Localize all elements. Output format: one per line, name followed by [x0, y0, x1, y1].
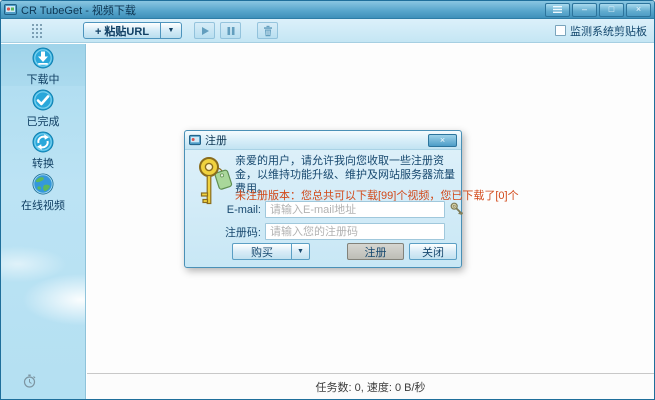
dialog-buttons: 购买 ▼ 注册 关闭	[232, 243, 457, 260]
paste-url-button[interactable]: + 粘贴URL	[83, 22, 161, 39]
clock-icon	[23, 374, 36, 388]
window-controls: – □ ×	[545, 3, 651, 17]
clipboard-checkbox-label: 监测系统剪贴板	[570, 23, 647, 39]
toolbar: + 粘贴URL ▼ 监测系统剪贴板	[1, 19, 654, 43]
sidebar-label-downloading: 下载中	[1, 71, 85, 87]
dialog-close-button[interactable]: ×	[428, 134, 457, 147]
window-title: CR TubeGet - 视频下载	[21, 2, 545, 18]
close-button[interactable]: ×	[626, 3, 651, 17]
email-row: E-mail:	[195, 201, 465, 218]
small-key-icon	[450, 202, 465, 217]
app-window: CR TubeGet - 视频下载 – □ × +	[0, 0, 655, 400]
sidebar-label-online-video: 在线视频	[1, 197, 85, 213]
dialog-close-action-button[interactable]: 关闭	[409, 243, 457, 260]
download-icon	[32, 47, 54, 69]
globe-icon	[32, 173, 54, 195]
status-text: 任务数: 0, 速度: 0 B/秒	[315, 379, 425, 395]
sidebar-item-downloading[interactable]: 下载中	[1, 44, 85, 86]
pause-download-button[interactable]	[220, 22, 241, 39]
sidebar-item-online-video[interactable]: 在线视频	[1, 170, 85, 212]
scheduler-button[interactable]	[23, 374, 36, 393]
sidebar-item-convert[interactable]: 转换	[1, 128, 85, 170]
start-download-button[interactable]	[194, 22, 215, 39]
trash-icon	[262, 25, 274, 37]
play-icon	[199, 25, 211, 37]
grip-icon[interactable]	[31, 23, 43, 39]
regcode-label: 注册码:	[195, 224, 261, 240]
fetch-code-button[interactable]	[450, 202, 465, 217]
email-input[interactable]	[265, 201, 445, 218]
check-icon	[32, 89, 54, 111]
sidebar-label-completed: 已完成	[1, 113, 85, 129]
regcode-input[interactable]	[265, 223, 445, 240]
sidebar-item-completed[interactable]: 已完成	[1, 86, 85, 128]
sidebar: 下载中 已完成 转换	[1, 44, 86, 399]
register-dialog: 注册 × 亲爱的用户，请允许我向您收取一些注册资金，以维持功能升级、维护及网站服…	[184, 130, 462, 268]
email-label: E-mail:	[195, 204, 261, 216]
window-menu-button[interactable]	[545, 3, 570, 17]
buy-button[interactable]: 购买	[232, 243, 292, 260]
delete-task-button[interactable]	[257, 22, 278, 39]
statusbar: 任务数: 0, 速度: 0 B/秒	[87, 373, 654, 399]
paste-url-group: + 粘贴URL ▼	[83, 22, 182, 39]
dialog-app-icon	[189, 134, 201, 146]
sidebar-label-convert: 转换	[1, 155, 85, 171]
dialog-title: 注册	[205, 132, 428, 148]
menu-icon	[552, 5, 563, 14]
maximize-button[interactable]: □	[599, 3, 624, 17]
checkbox-icon[interactable]	[555, 25, 566, 36]
pause-icon	[225, 25, 237, 37]
buy-dropdown-button[interactable]: ▼	[292, 243, 310, 260]
paste-url-dropdown-button[interactable]: ▼	[161, 22, 182, 39]
app-icon	[4, 3, 17, 16]
regcode-row: 注册码:	[195, 223, 445, 240]
register-button[interactable]: 注册	[347, 243, 404, 260]
titlebar: CR TubeGet - 视频下载 – □ ×	[1, 1, 654, 19]
convert-icon	[32, 131, 54, 153]
clipboard-monitor-checkbox[interactable]: 监测系统剪贴板	[555, 23, 647, 39]
dialog-titlebar: 注册 ×	[185, 131, 461, 150]
minimize-button[interactable]: –	[572, 3, 597, 17]
